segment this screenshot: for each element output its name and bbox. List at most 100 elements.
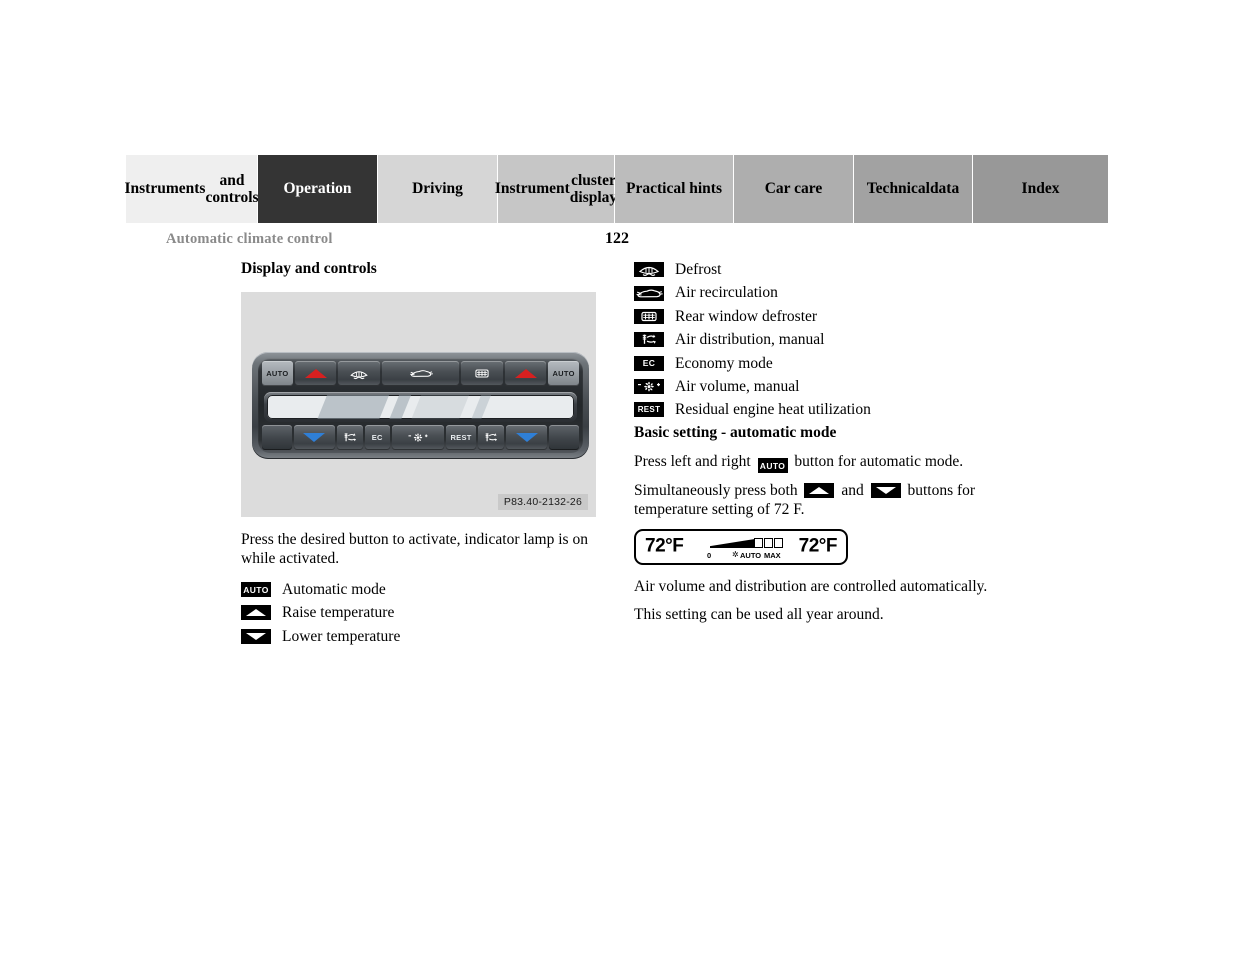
tab-label-line: cluster display: [569, 171, 618, 206]
legend-item: Air recirculation: [634, 283, 1014, 302]
airdist-icon: [478, 431, 504, 444]
unit-button-lower-temp-right[interactable]: [506, 425, 547, 450]
legend-item-label: Air recirculation: [675, 284, 778, 302]
unit-lcd-screen: [267, 395, 574, 419]
temperature-preset-instruction: Simultaneously press both and buttons fo…: [634, 482, 1014, 520]
legend-item-label: Residual engine heat utilization: [675, 401, 871, 419]
tab-driving[interactable]: Driving: [378, 155, 498, 223]
auto-chip: AUTO: [241, 582, 271, 597]
basic-setting-heading-separator: -: [717, 423, 731, 441]
legend-icon-cell: [634, 308, 666, 324]
legend-item: Air distribution, manual: [634, 330, 1014, 349]
unit-button-air-distribution-right[interactable]: [478, 425, 505, 450]
unit-button-blank-right[interactable]: [548, 425, 579, 450]
auto-mode-instruction-before: Press left and right: [634, 452, 751, 470]
legend-item-label: Defrost: [675, 261, 722, 278]
climate-control-figure: AUTO AUTO EC REST P83.40-2132-26: [241, 292, 596, 517]
tab-technical-data[interactable]: Technical data: [854, 155, 973, 223]
auto-button-chip-icon: AUTO: [757, 458, 788, 474]
unit-top-button-row: AUTO AUTO: [262, 361, 579, 386]
raise-temperature-chip-icon: [804, 483, 835, 499]
legend-item-label: Automatic mode: [282, 580, 386, 598]
tab-practical-hints[interactable]: Practical hints: [615, 155, 734, 223]
tab-label-line: Technical: [866, 180, 930, 198]
legend-icon-cell: [634, 379, 666, 395]
legend-icon-cell: EC: [634, 355, 666, 371]
unit-button-auto-right[interactable]: AUTO: [548, 361, 579, 386]
defrost-chip: [634, 262, 664, 278]
scale-min-label: 0: [707, 551, 712, 561]
lcd-reflection-streak: [400, 395, 474, 419]
legend-item: Air volume, manual: [634, 377, 1014, 396]
legend-icon-cell: [634, 262, 666, 278]
year-round-note: This setting can be used all year around…: [634, 606, 884, 624]
readout-right-temperature: 72°F: [798, 535, 838, 557]
unit-bottom-button-row: EC REST: [262, 425, 579, 450]
page-number: 122: [605, 230, 629, 247]
temperature-readout-display: 72°F 0 ✲ AUTO MAX 72°F: [634, 529, 848, 566]
airdist-icon: [337, 431, 363, 444]
tab-label-line: Car care: [764, 180, 823, 198]
legend-item: Rear window defroster: [634, 307, 1014, 326]
tab-label-line: and controls: [205, 171, 259, 206]
raise-temperature-chip: [241, 605, 271, 621]
tab-index[interactable]: Index: [973, 155, 1108, 223]
page-title: Display and controls: [241, 260, 377, 277]
fan-speed-scale: 0 ✲ AUTO MAX: [704, 537, 786, 561]
tab-label-line: Index: [1021, 180, 1060, 198]
unit-button-auto-left[interactable]: AUTO: [262, 361, 293, 386]
right-column: Defrost Air recirculation Rear window defr…: [634, 260, 1014, 636]
unit-button-blank-left[interactable]: [262, 425, 293, 450]
unit-button-label: REST: [450, 433, 472, 442]
legend-item-label: Rear window defroster: [675, 307, 818, 325]
legend-item-label: Air distribution, manual: [675, 331, 825, 349]
unit-button-residual-heat[interactable]: REST: [446, 425, 477, 450]
tab-label-line: Practical hints: [626, 180, 722, 198]
unit-button-economy-mode[interactable]: EC: [364, 425, 390, 450]
unit-button-rear-window-defroster[interactable]: [461, 361, 503, 386]
legend-icon-cell: AUTO: [241, 582, 273, 597]
fan-speed-segment: [764, 538, 773, 549]
basic-setting-heading: Basic setting - automatic mode: [634, 424, 1014, 442]
legend-item-label: Economy mode: [675, 354, 773, 372]
left-column: Display and controls AUTO AUTO EC REST P83…: [241, 260, 599, 650]
legend-item-label: Air volume, manual: [675, 377, 800, 395]
figure-caption: P83.40-2132-26: [497, 494, 588, 510]
legend-item: EC Economy mode: [634, 354, 1014, 373]
unit-button-label: AUTO: [552, 369, 575, 378]
tab-instrument-cluster-display[interactable]: Instrument cluster display: [495, 155, 618, 223]
raise-temperature-arrow-icon: [304, 369, 327, 378]
lower-temperature-arrow-icon: [515, 433, 538, 442]
legend-item: Defrost: [634, 260, 1014, 279]
unit-button-raise-temp-right[interactable]: [504, 361, 547, 386]
tab-car-care[interactable]: Car care: [734, 155, 854, 223]
raise-temperature-arrow-icon: [514, 369, 537, 378]
legend-icon-cell: [634, 285, 666, 301]
unit-button-air-volume[interactable]: [391, 425, 445, 450]
left-legend-list: AUTO Automatic mode Raise temperature Lower…: [241, 580, 599, 646]
air-distribution-chip: [634, 332, 664, 348]
auto-control-note: Air volume and distribution are controll…: [634, 578, 988, 596]
scale-max-label: MAX: [764, 551, 781, 561]
unit-button-raise-temp-left[interactable]: [294, 361, 337, 386]
tab-label-line: Driving: [412, 180, 463, 198]
rear-window-defroster-chip: [634, 308, 664, 324]
recirc-icon: [408, 367, 434, 380]
unit-button-defrost[interactable]: [338, 361, 380, 386]
fan-glyph-icon: ✲: [732, 549, 739, 559]
unit-button-air-recirculation[interactable]: [381, 361, 460, 386]
lower-temperature-chip-icon: [870, 483, 901, 499]
unit-button-air-distribution-left[interactable]: [336, 425, 363, 450]
defrost-icon: [346, 367, 372, 380]
lcd-reflection-streak: [306, 395, 394, 419]
climate-control-unit-illustration: AUTO AUTO EC REST: [252, 352, 589, 459]
tab-instruments-and-controls[interactable]: Instruments and controls: [124, 155, 259, 223]
lower-temperature-arrow-icon: [303, 433, 326, 442]
unit-button-label: AUTO: [266, 369, 289, 378]
residual-heat-chip: REST: [634, 402, 664, 418]
readout-left-temperature: 72°F: [645, 535, 684, 557]
running-head: Automatic climate control: [166, 231, 333, 247]
unit-button-lower-temp-left[interactable]: [294, 425, 335, 450]
tab-operation[interactable]: Operation: [258, 155, 378, 223]
unit-button-label: EC: [371, 433, 383, 442]
